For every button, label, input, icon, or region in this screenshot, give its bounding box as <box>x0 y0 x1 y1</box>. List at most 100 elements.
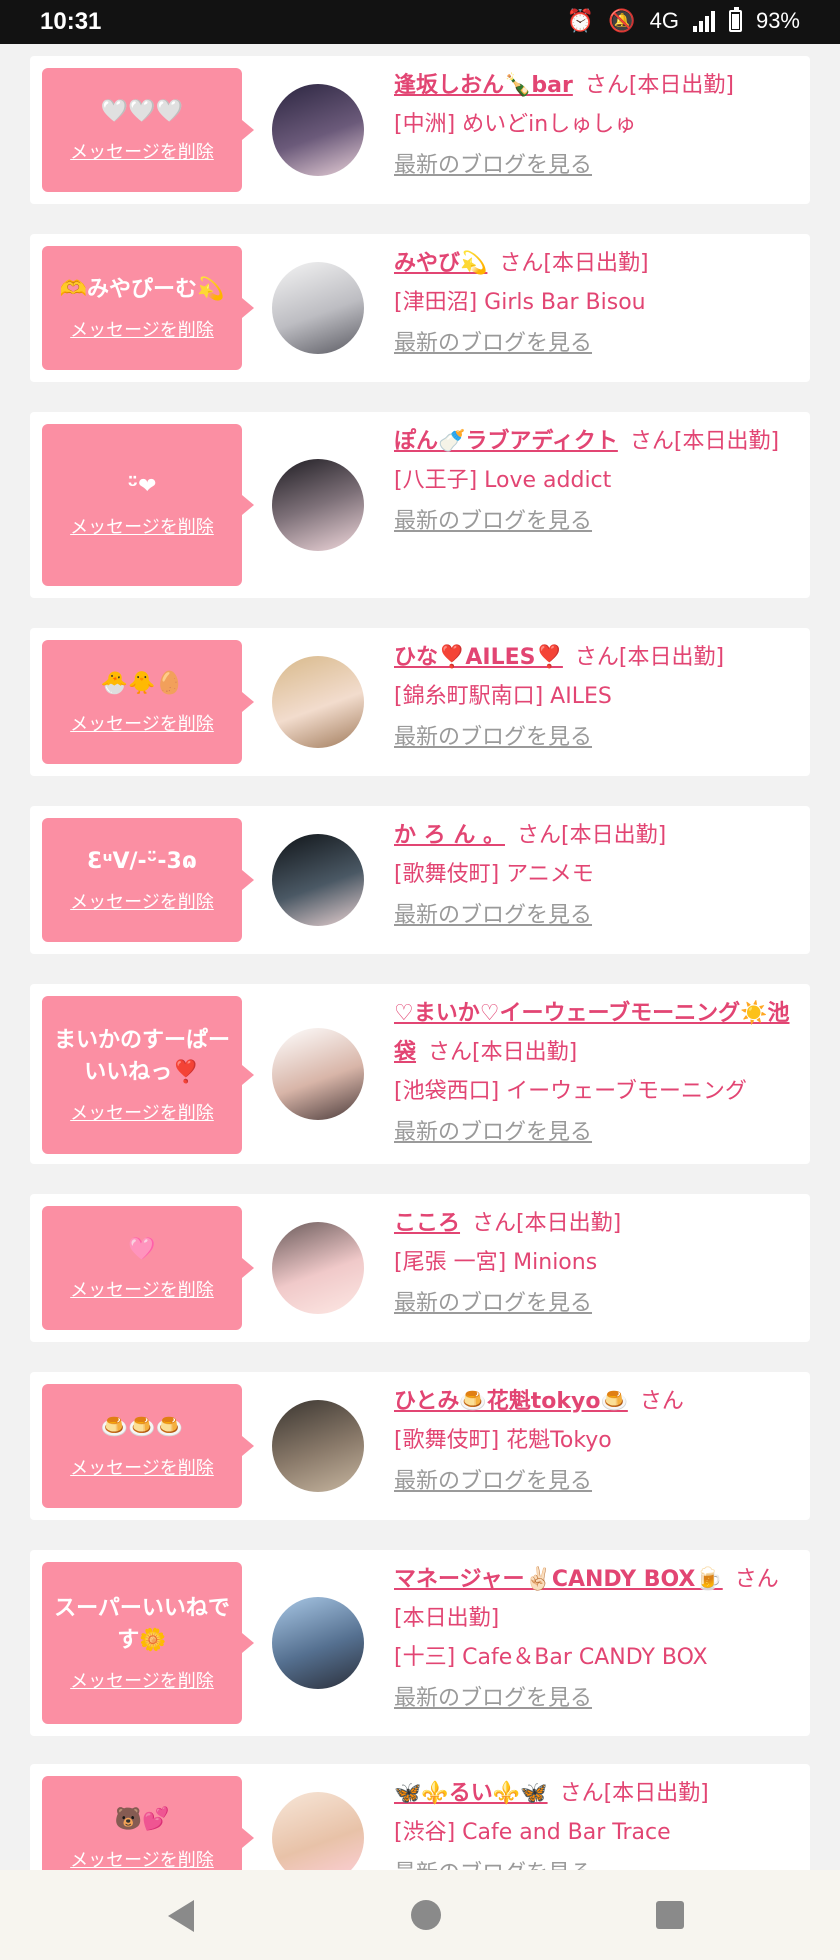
list-item: 🐣🐥🥚 メッセージを削除 ひな❣️AILES❣️ さん[本日出勤] [錦糸町駅南口… <box>30 628 810 776</box>
list-item: 🩷 メッセージを削除 こころ さん[本日出勤] [尾張 一宮] Minions 最… <box>30 1194 810 1342</box>
avatar[interactable] <box>272 262 364 354</box>
avatar[interactable] <box>272 656 364 748</box>
user-name-link[interactable]: 🦋⚜️るい⚜️🦋 <box>394 1781 548 1806</box>
delete-message-link[interactable]: メッセージを削除 <box>70 1667 214 1693</box>
status-time: 10:31 <box>40 8 102 35</box>
message-text: 🫶みやぴーむ💫 <box>59 277 225 302</box>
list-item: スーパーいいねです🌼 メッセージを削除 マネージャー✌🏻CANDY BOX🍺 さん… <box>30 1550 810 1736</box>
user-name-link[interactable]: 逢坂しおん🍾bar <box>394 73 573 98</box>
notification-list[interactable]: 🤍🤍🤍 メッセージを削除 逢坂しおん🍾bar さん[本日出勤] [中洲] めいどi… <box>0 44 840 1870</box>
home-icon[interactable] <box>411 1900 441 1930</box>
status-suffix: さん[本日出勤] <box>516 823 667 848</box>
delete-message-link[interactable]: メッセージを削除 <box>70 1276 214 1302</box>
message-text: 🐻💕 <box>114 1807 170 1832</box>
recent-apps-icon[interactable] <box>656 1901 684 1929</box>
delete-message-link[interactable]: メッセージを削除 <box>70 1099 214 1125</box>
message-bubble: スーパーいいねです🌼 メッセージを削除 <box>42 1562 254 1724</box>
user-name-link[interactable]: か ろ ん 。 <box>394 823 505 848</box>
list-item: ᵕ̈❤ メッセージを削除 ぽん🍼ラブアディクト さん[本日出勤] [八王子] Lo… <box>30 412 810 598</box>
shop-label: [歌舞伎町] アニメモ <box>394 862 594 887</box>
blog-link[interactable]: 最新のブログを見る <box>394 1284 798 1323</box>
list-item: 🍮🍮🍮 メッセージを削除 ひとみ🍮花魁tokyo🍮 さん [歌舞伎町] 花魁Tok… <box>30 1372 810 1520</box>
message-text: スーパーいいねです🌼 <box>54 1596 230 1653</box>
blog-link[interactable]: 最新のブログを見る <box>394 1854 798 1870</box>
status-suffix: さん[本日出勤] <box>629 429 780 454</box>
signal-icon <box>692 10 715 32</box>
status-bar: 10:31 ⏰ 🔕 4G 93% <box>0 0 840 44</box>
list-item: 🫶みやぴーむ💫 メッセージを削除 みやび💫 さん[本日出勤] [津田沼] Girl… <box>30 234 810 382</box>
delete-message-link[interactable]: メッセージを削除 <box>70 316 214 342</box>
avatar[interactable] <box>272 1400 364 1492</box>
blog-link[interactable]: 最新のブログを見る <box>394 146 798 185</box>
blog-link[interactable]: 最新のブログを見る <box>394 896 798 935</box>
delete-message-link[interactable]: メッセージを削除 <box>70 1846 214 1870</box>
message-bubble: 🍮🍮🍮 メッセージを削除 <box>42 1384 254 1508</box>
user-name-link[interactable]: ひな❣️AILES❣️ <box>394 645 563 670</box>
avatar[interactable] <box>272 1597 364 1689</box>
status-suffix: さん[本日出勤] <box>559 1781 709 1806</box>
message-text: 🤍🤍🤍 <box>100 99 184 124</box>
status-suffix: さん[本日出勤] <box>499 251 649 276</box>
shop-label: [八王子] Love addict <box>394 468 612 493</box>
navigation-bar <box>0 1870 840 1960</box>
message-bubble: 🐣🐥🥚 メッセージを削除 <box>42 640 254 764</box>
avatar[interactable] <box>272 1222 364 1314</box>
blog-link[interactable]: 最新のブログを見る <box>394 324 798 363</box>
message-bubble: 🐻💕 メッセージを削除 <box>42 1776 254 1870</box>
message-bubble: 🤍🤍🤍 メッセージを削除 <box>42 68 254 192</box>
delete-message-link[interactable]: メッセージを削除 <box>70 513 214 539</box>
back-icon[interactable] <box>168 1900 194 1932</box>
list-item: 🐻💕 メッセージを削除 🦋⚜️るい⚜️🦋 さん[本日出勤] [渋谷] Cafe a… <box>30 1764 810 1870</box>
message-text: 🩷 <box>128 1237 156 1262</box>
message-bubble: 🫶みやぴーむ💫 メッセージを削除 <box>42 246 254 370</box>
shop-label: [尾張 一宮] Minions <box>394 1250 598 1275</box>
avatar[interactable] <box>272 1028 364 1120</box>
list-item: ƐᵘV/-ᵕ̈-3ɷ メッセージを削除 か ろ ん 。さん[本日出勤] [歌舞伎… <box>30 806 810 954</box>
blog-link[interactable]: 最新のブログを見る <box>394 1462 798 1501</box>
shop-label: [歌舞伎町] 花魁Tokyo <box>394 1428 612 1453</box>
user-name-link[interactable]: ぽん🍼ラブアディクト <box>394 429 618 454</box>
list-item: まいかのすーぱーいいねっ❣️ メッセージを削除 ♡まいか♡イーウェーブモーニング… <box>30 984 810 1164</box>
message-bubble: 🩷 メッセージを削除 <box>42 1206 254 1330</box>
message-bubble: まいかのすーぱーいいねっ❣️ メッセージを削除 <box>42 996 254 1154</box>
delete-message-link[interactable]: メッセージを削除 <box>70 888 214 914</box>
delete-message-link[interactable]: メッセージを削除 <box>70 138 214 164</box>
blog-link[interactable]: 最新のブログを見る <box>394 1679 798 1718</box>
battery-icon <box>728 7 742 32</box>
user-name-link[interactable]: ひとみ🍮花魁tokyo🍮 <box>394 1389 628 1414</box>
message-text: 🐣🐥🥚 <box>100 671 184 696</box>
alarm-icon: ⏰ <box>566 8 595 33</box>
user-name-link[interactable]: こころ <box>394 1211 460 1236</box>
shop-label: [錦糸町駅南口] AILES <box>394 684 612 709</box>
message-bubble: ƐᵘV/-ᵕ̈-3ɷ メッセージを削除 <box>42 818 254 942</box>
status-suffix: さん[本日出勤] <box>472 1211 622 1236</box>
message-text: ƐᵘV/-ᵕ̈-3ɷ <box>87 849 197 874</box>
shop-label: [中洲] めいどinしゅしゅ <box>394 112 637 137</box>
status-suffix: さん <box>639 1389 684 1414</box>
avatar[interactable] <box>272 84 364 176</box>
battery-percent: 93% <box>755 8 800 33</box>
status-suffix: さん[本日出勤] <box>574 645 725 670</box>
message-text: ᵕ̈❤ <box>127 474 157 499</box>
avatar[interactable] <box>272 834 364 926</box>
status-icons: ⏰ 🔕 4G 93% <box>566 7 800 34</box>
shop-label: [池袋西口] イーウェーブモーニング <box>394 1079 747 1104</box>
delete-message-link[interactable]: メッセージを削除 <box>70 1454 214 1480</box>
list-item: 🤍🤍🤍 メッセージを削除 逢坂しおん🍾bar さん[本日出勤] [中洲] めいどi… <box>30 56 810 204</box>
avatar[interactable] <box>272 1792 364 1870</box>
status-suffix: さん[本日出勤] <box>584 73 735 98</box>
delete-message-link[interactable]: メッセージを削除 <box>70 710 214 736</box>
message-text: 🍮🍮🍮 <box>100 1415 184 1440</box>
blog-link[interactable]: 最新のブログを見る <box>394 718 798 757</box>
shop-label: [渋谷] Cafe and Bar Trace <box>394 1820 671 1845</box>
blog-link[interactable]: 最新のブログを見る <box>394 502 798 541</box>
shop-label: [十三] Cafe＆Bar CANDY BOX <box>394 1645 708 1670</box>
blog-link[interactable]: 最新のブログを見る <box>394 1113 798 1152</box>
shop-label: [津田沼] Girls Bar Bisou <box>394 290 646 315</box>
user-name-link[interactable]: マネージャー✌🏻CANDY BOX🍺 <box>394 1567 723 1592</box>
user-name-link[interactable]: みやび💫 <box>394 251 487 276</box>
avatar[interactable] <box>272 459 364 551</box>
network-label: 4G <box>649 8 679 33</box>
mute-icon: 🔕 <box>608 8 636 33</box>
status-suffix: さん[本日出勤] <box>428 1040 578 1065</box>
